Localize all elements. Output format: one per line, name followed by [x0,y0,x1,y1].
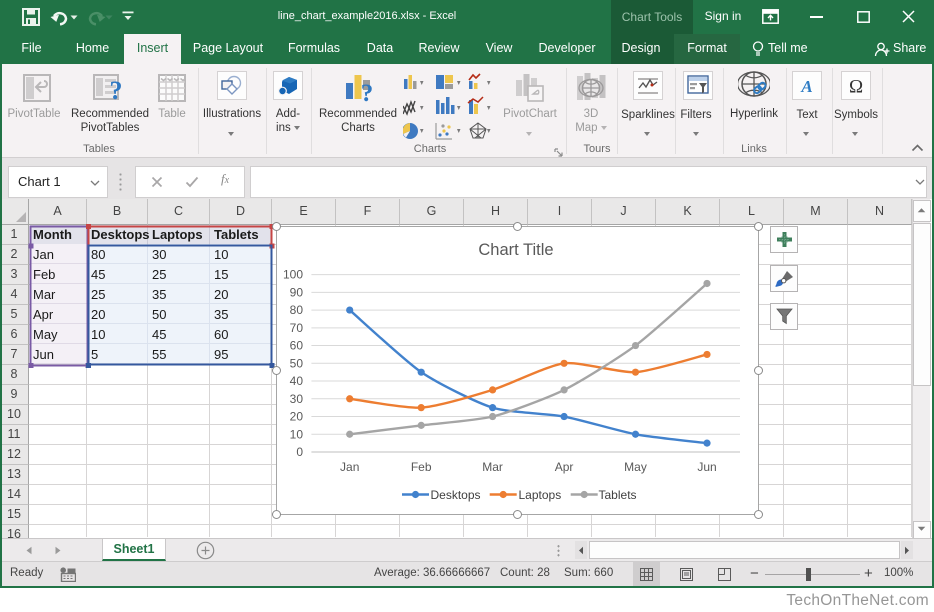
svg-text:70: 70 [290,321,304,335]
svg-text:100: 100 [283,268,303,282]
svg-text:30: 30 [290,392,304,406]
svg-text:90: 90 [290,285,304,299]
svg-text:?: ? [361,80,374,105]
svg-text:Desktops: Desktops [431,488,481,502]
svg-text:40: 40 [290,374,304,388]
svg-text:Jan: Jan [340,460,359,474]
svg-text:20: 20 [290,410,304,424]
svg-text:0: 0 [296,445,303,459]
svg-text:50: 50 [290,356,304,370]
svg-text:80: 80 [290,303,304,317]
svg-text:Chart Title: Chart Title [478,241,553,259]
svg-text:Ω: Ω [849,77,863,98]
svg-text:May: May [624,460,647,474]
svg-text:Jun: Jun [697,460,716,474]
svg-text:Feb: Feb [411,460,432,474]
svg-text:10: 10 [290,427,304,441]
svg-text:A: A [800,77,812,96]
svg-text:Apr: Apr [555,460,574,474]
svg-text:Laptops: Laptops [519,488,562,502]
svg-text:?: ? [110,76,123,104]
svg-text:Mar: Mar [482,460,503,474]
svg-text:Tablets: Tablets [599,488,637,502]
svg-text:60: 60 [290,339,304,353]
